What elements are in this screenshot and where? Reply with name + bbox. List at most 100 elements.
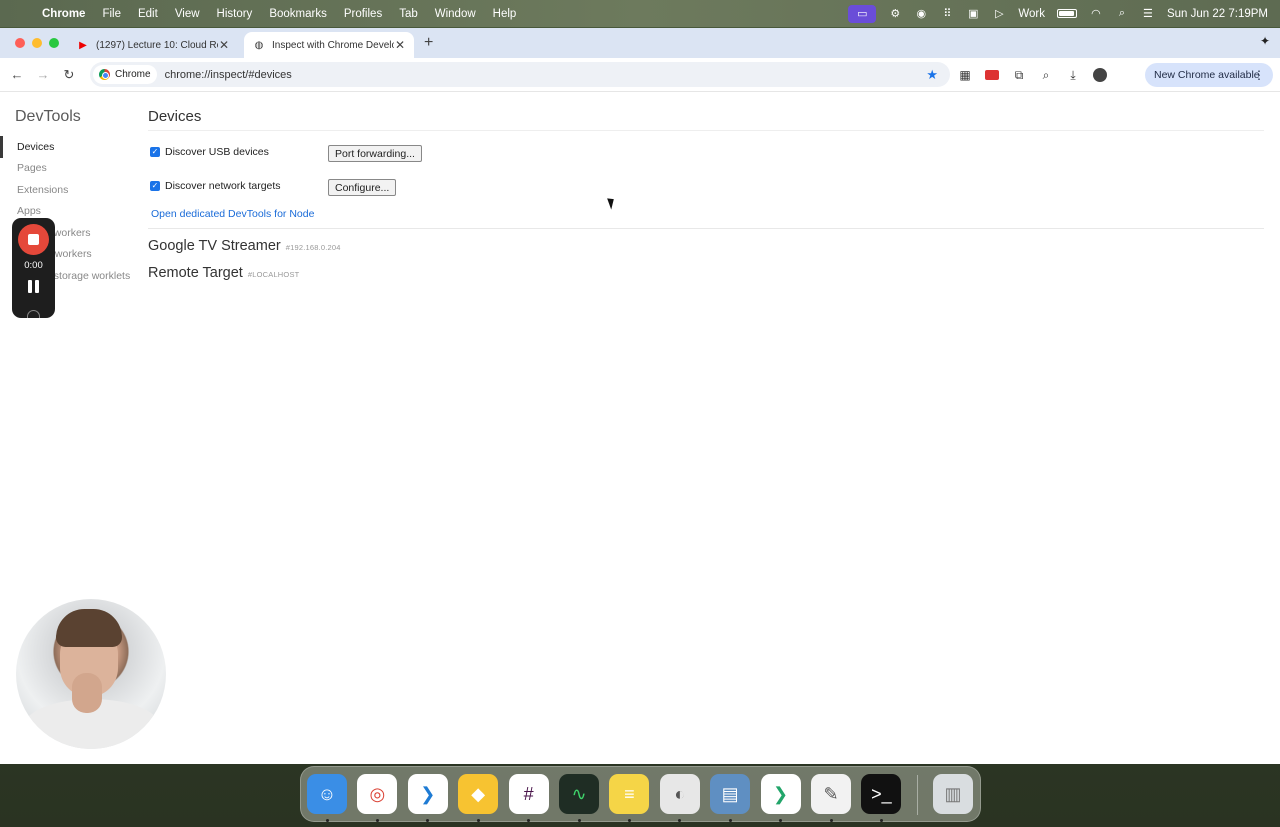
- open-node-devtools-link[interactable]: Open dedicated DevTools for Node: [151, 208, 314, 220]
- dock-trash-icon[interactable]: ▥: [933, 774, 973, 814]
- dock-running-indicator: [879, 819, 883, 822]
- play-status-icon[interactable]: ▷: [992, 8, 1006, 20]
- address-bar[interactable]: Chrome chrome://inspect/#devices ★: [90, 62, 950, 87]
- webcam-bubble[interactable]: [16, 599, 166, 749]
- url-text[interactable]: chrome://inspect/#devices: [165, 69, 292, 81]
- control-center-icon[interactable]: ☰: [1141, 8, 1155, 20]
- dock-sketch-icon[interactable]: ◆: [458, 774, 499, 814]
- menubar-status-area: ▭ ⚙ ◉ ⠿ ▣ ▷ Work ◠ ⌕ ☰ Sun Jun 22 7:19PM: [848, 0, 1268, 27]
- browser-toolbar: ← → ↻ Chrome chrome://inspect/#devices ★…: [0, 58, 1280, 92]
- menu-app-chrome[interactable]: Chrome: [42, 8, 85, 20]
- dock-running-indicator: [829, 819, 833, 822]
- profile-avatar[interactable]: [1093, 68, 1107, 82]
- tab-title: (1297) Lecture 10: Cloud Rep: [96, 39, 218, 51]
- dock-terminal-icon[interactable]: >_: [861, 774, 902, 814]
- pause-recording-icon[interactable]: [28, 280, 39, 293]
- page-title: Devices: [148, 108, 202, 125]
- spotlight-search-icon[interactable]: ⌕: [1115, 7, 1129, 20]
- menu-help[interactable]: Help: [493, 8, 517, 20]
- site-info-chip[interactable]: Chrome: [93, 65, 157, 84]
- configure-button[interactable]: Configure...: [328, 179, 397, 196]
- menu-view[interactable]: View: [175, 8, 200, 20]
- puzzle-extensions-icon[interactable]: ⧉: [1012, 68, 1026, 82]
- recorder-more-icon[interactable]: [27, 310, 40, 318]
- dock-running-indicator: [476, 819, 480, 822]
- globe-icon: ◍: [254, 39, 264, 51]
- chart-status-icon[interactable]: ▣: [966, 8, 980, 20]
- back-arrow-icon[interactable]: ←: [4, 67, 30, 82]
- menu-bar: Chrome File Edit View History Bookmarks …: [0, 0, 1280, 27]
- dock-sequel-ace-icon[interactable]: ◐: [659, 774, 700, 814]
- discover-usb-row: ✓ Discover USB devices: [150, 146, 269, 158]
- close-window-button[interactable]: [15, 38, 25, 48]
- dock-running-indicator: [426, 819, 430, 822]
- dock-activity-monitor-icon[interactable]: ∿: [559, 774, 599, 814]
- dock-vscode-insiders-icon[interactable]: ❯: [760, 774, 801, 814]
- dock-notes-icon[interactable]: ≡: [609, 774, 650, 814]
- dock-running-indicator: [779, 819, 783, 822]
- menu-file[interactable]: File: [102, 8, 121, 20]
- sidebar-item-extensions[interactable]: Extensions: [0, 179, 140, 201]
- close-tab-icon[interactable]: ✕: [394, 38, 406, 52]
- reload-icon[interactable]: ↻: [56, 67, 82, 83]
- menu-edit[interactable]: Edit: [138, 8, 158, 20]
- dock-running-indicator: [527, 819, 531, 822]
- stop-recording-button[interactable]: [18, 224, 49, 255]
- red-extension-icon[interactable]: [985, 68, 999, 82]
- circle-status-icon[interactable]: ◉: [914, 8, 928, 20]
- device-google-tv-streamer: Google TV Streamer #192.168.0.204: [148, 238, 341, 254]
- bookmark-star-icon[interactable]: ★: [926, 67, 938, 83]
- dock-running-indicator: [728, 819, 732, 822]
- device-name: Remote Target: [148, 265, 243, 281]
- menu-profiles[interactable]: Profiles: [344, 8, 382, 20]
- menu-tab[interactable]: Tab: [399, 8, 418, 20]
- zoom-window-button[interactable]: [49, 38, 59, 48]
- discover-usb-label[interactable]: Discover USB devices: [165, 146, 269, 158]
- dock-textedit-icon[interactable]: ✎: [811, 774, 851, 814]
- dock-running-indicator: [627, 819, 631, 822]
- battery-icon[interactable]: [1056, 9, 1077, 18]
- discover-network-checkbox[interactable]: ✓: [150, 181, 160, 191]
- new-tab-icon[interactable]: +: [424, 34, 438, 52]
- title-divider: [148, 130, 1264, 131]
- minimize-window-button[interactable]: [32, 38, 42, 48]
- tab-youtube-lecture[interactable]: ▶ (1297) Lecture 10: Cloud Rep ✕: [68, 32, 238, 58]
- new-chrome-available-button[interactable]: New Chrome available ⋮: [1145, 63, 1273, 87]
- dock-finder-icon[interactable]: ☺: [307, 774, 347, 814]
- forward-arrow-icon[interactable]: →: [30, 67, 56, 82]
- dock-slack-icon[interactable]: #: [508, 774, 549, 814]
- download-icon[interactable]: ⤓: [1066, 68, 1080, 82]
- screen-recording-icon[interactable]: ▭: [848, 4, 877, 23]
- update-label: New Chrome available: [1154, 69, 1260, 81]
- wifi-icon[interactable]: ◠: [1089, 8, 1103, 20]
- dock-running-indicator: [325, 819, 329, 822]
- gemini-sparkle-icon[interactable]: ✦: [1260, 34, 1270, 48]
- focus-mode-label[interactable]: Work: [1018, 8, 1045, 20]
- sidebar-item-devices[interactable]: Devices: [0, 136, 140, 158]
- menu-history[interactable]: History: [217, 8, 253, 20]
- device-serial: #LOCALHOST: [247, 270, 300, 279]
- chrome-window: ▶ (1297) Lecture 10: Cloud Rep ✕ ◍ Inspe…: [0, 28, 1280, 764]
- port-forwarding-button[interactable]: Port forwarding...: [328, 145, 422, 162]
- dock-vscode-icon[interactable]: ❯: [407, 774, 448, 814]
- extension-icon[interactable]: ▦: [958, 68, 972, 82]
- menu-bookmarks[interactable]: Bookmarks: [269, 8, 327, 20]
- menu-window[interactable]: Window: [435, 8, 476, 20]
- grid-icon[interactable]: ⠿: [940, 8, 954, 20]
- sidebar-item-pages[interactable]: Pages: [0, 158, 140, 180]
- device-serial: #192.168.0.204: [285, 243, 341, 252]
- close-tab-icon[interactable]: ✕: [218, 38, 230, 52]
- menubar-clock[interactable]: Sun Jun 22 7:19PM: [1167, 8, 1268, 20]
- tab-strip: ▶ (1297) Lecture 10: Cloud Rep ✕ ◍ Inspe…: [0, 28, 1280, 58]
- discover-network-label[interactable]: Discover network targets: [165, 180, 281, 192]
- section-divider: [148, 228, 1264, 229]
- tab-inspect-devtools[interactable]: ◍ Inspect with Chrome Develop ✕: [244, 32, 414, 58]
- chip-label: Chrome: [115, 69, 151, 80]
- dock-chrome-icon[interactable]: ◎: [357, 774, 398, 814]
- tab-search-icon[interactable]: ⌕: [1039, 68, 1053, 82]
- extension-status-icon[interactable]: ⚙: [888, 8, 902, 20]
- more-menu-icon[interactable]: ⋮: [1253, 68, 1265, 82]
- dock-running-indicator: [678, 819, 682, 822]
- dock-preview-icon[interactable]: ▤: [710, 774, 751, 814]
- discover-usb-checkbox[interactable]: ✓: [150, 147, 160, 157]
